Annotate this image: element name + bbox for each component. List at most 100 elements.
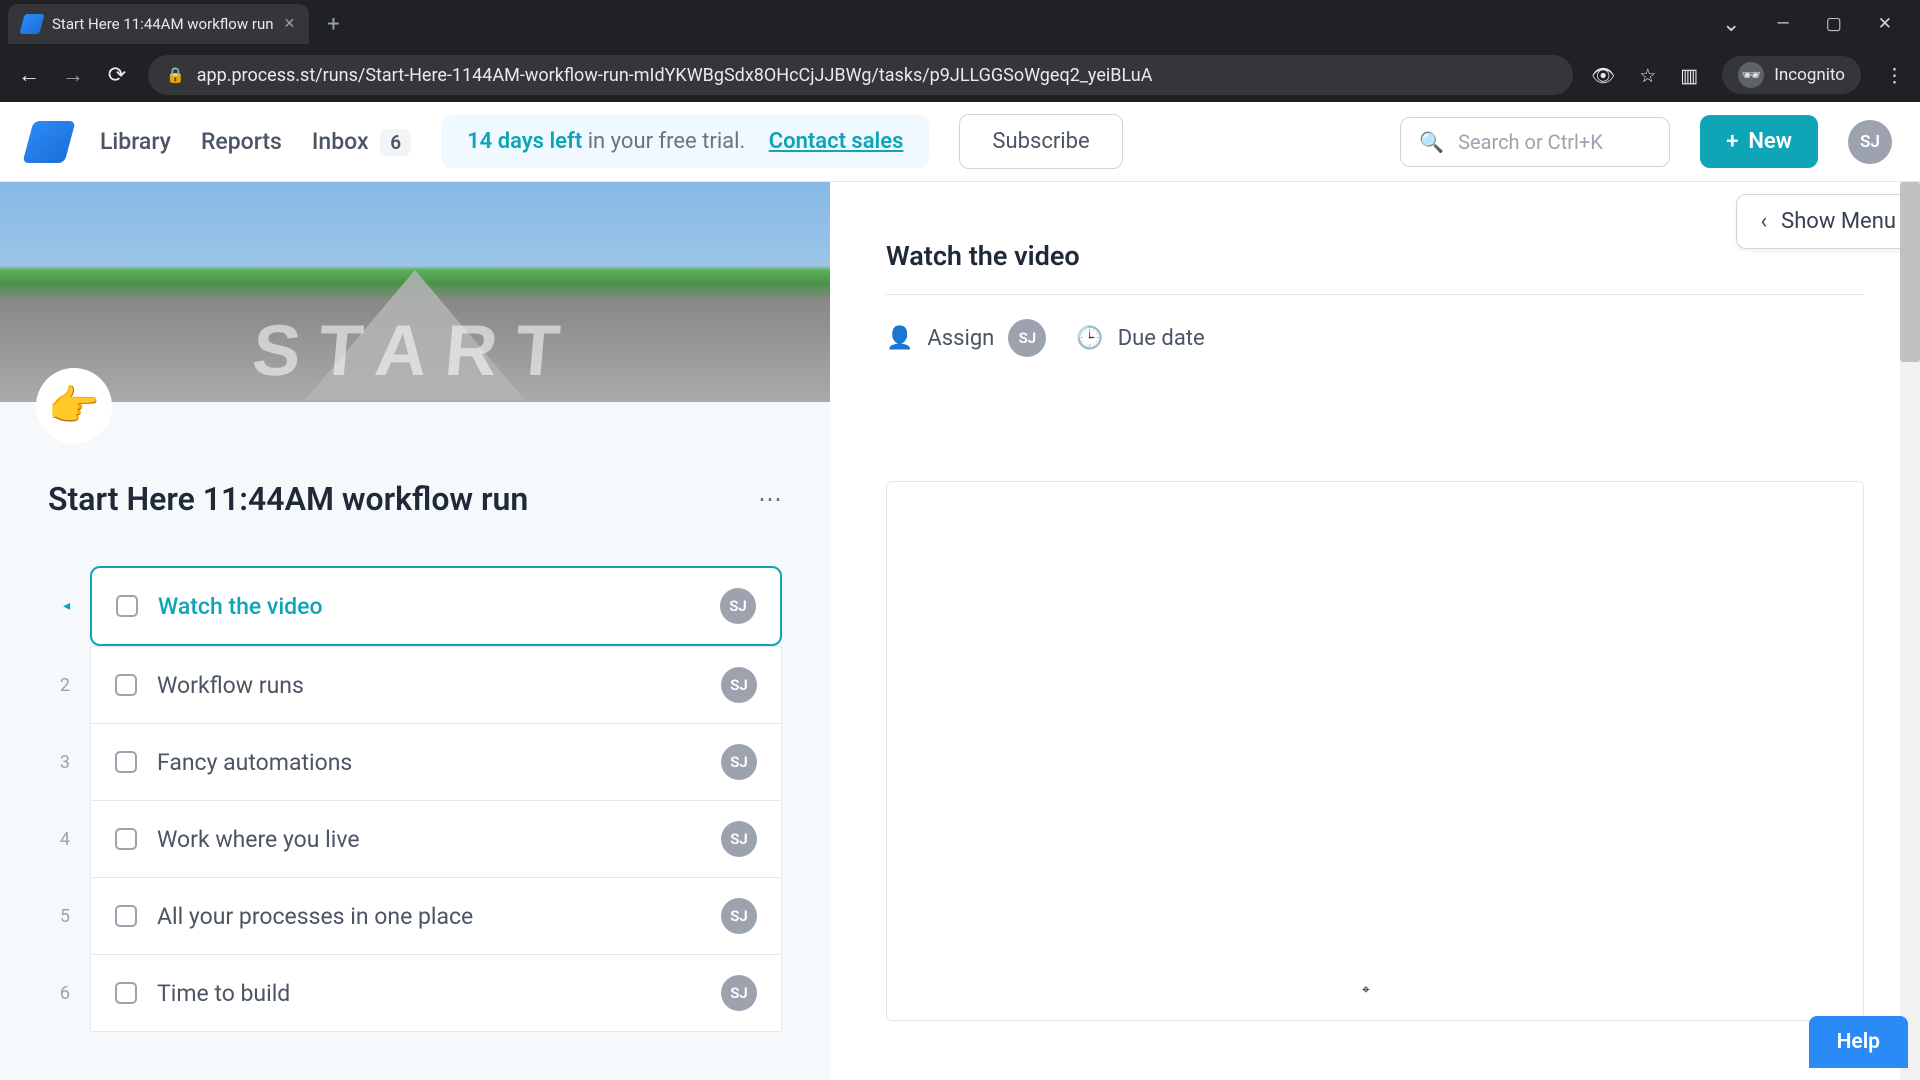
help-button[interactable]: Help	[1809, 1016, 1908, 1068]
task-list: ◂ Watch the video SJ 2 Workflow runs SJ …	[0, 566, 830, 1032]
task-label: All your processes in one place	[157, 903, 701, 930]
chevron-left-icon: ‹	[1761, 209, 1768, 234]
forward-icon[interactable]: →	[60, 62, 86, 88]
kebab-menu-icon[interactable]: ⋮	[1885, 64, 1904, 87]
panel-icon[interactable]: ▥	[1680, 64, 1698, 87]
task-number: 3	[48, 752, 70, 773]
plus-icon: +	[1726, 129, 1738, 154]
address-row: ← → ⟳ 🔒 app.process.st/runs/Start-Here-1…	[0, 48, 1920, 102]
cursor-icon: ⌖	[1362, 982, 1370, 998]
task-card[interactable]: Time to build SJ	[90, 955, 782, 1032]
new-button[interactable]: + New	[1700, 115, 1818, 168]
search-input[interactable]: 🔍 Search or Ctrl+K	[1400, 117, 1670, 167]
assign-label: Assign	[927, 326, 994, 351]
more-icon[interactable]: ⋯	[758, 485, 782, 513]
task-number: 5	[48, 906, 70, 927]
tab-title: Start Here 11:44AM workflow run	[52, 15, 274, 33]
tab-strip: Start Here 11:44AM workflow run ✕ + ⌄ ― …	[0, 0, 1920, 48]
task-detail-title: Watch the video	[886, 212, 1864, 295]
task-card[interactable]: Work where you live SJ	[90, 801, 782, 878]
eye-off-icon[interactable]: 👁	[1591, 64, 1615, 87]
search-placeholder: Search or Ctrl+K	[1458, 130, 1603, 154]
task-card[interactable]: All your processes in one place SJ	[90, 878, 782, 955]
vertical-scrollbar[interactable]	[1900, 182, 1920, 1080]
task-row-5[interactable]: 5 All your processes in one place SJ	[48, 878, 782, 955]
nav-inbox[interactable]: Inbox 6	[312, 128, 411, 155]
task-card[interactable]: Watch the video SJ	[90, 566, 782, 646]
task-row-4[interactable]: 4 Work where you live SJ	[48, 801, 782, 878]
show-menu-label: Show Menu	[1781, 209, 1896, 234]
task-checkbox[interactable]	[115, 674, 137, 696]
url-text: app.process.st/runs/Start-Here-1144AM-wo…	[197, 65, 1153, 86]
hero-image: START 👉	[0, 182, 830, 402]
due-label: Due date	[1118, 326, 1205, 351]
favicon	[19, 14, 44, 34]
due-date-group[interactable]: 🕒 Due date	[1076, 326, 1204, 351]
star-icon[interactable]: ☆	[1639, 64, 1656, 87]
task-row-2[interactable]: 2 Workflow runs SJ	[48, 646, 782, 724]
close-tab-icon[interactable]: ✕	[284, 16, 296, 32]
new-tab-button[interactable]: +	[309, 12, 357, 37]
run-title: Start Here 11:44AM workflow run	[48, 480, 758, 518]
window-controls: ⌄ ― ▢ ✕	[1722, 12, 1920, 37]
assignee-avatar[interactable]: SJ	[1008, 319, 1046, 357]
task-label: Time to build	[157, 980, 701, 1007]
trial-suffix: in your free trial.	[582, 129, 745, 154]
task-assignee-avatar[interactable]: SJ	[721, 898, 757, 934]
hero-text: START	[249, 310, 581, 392]
subscribe-button[interactable]: Subscribe	[959, 114, 1122, 169]
browser-tab[interactable]: Start Here 11:44AM workflow run ✕	[8, 4, 309, 44]
task-card[interactable]: Workflow runs SJ	[90, 646, 782, 724]
hero-emoji: 👉	[36, 368, 112, 444]
back-icon[interactable]: ←	[16, 62, 42, 88]
inbox-count-badge: 6	[380, 129, 411, 156]
nav-library[interactable]: Library	[100, 128, 171, 155]
scrollbar-thumb[interactable]	[1900, 182, 1920, 362]
task-checkbox[interactable]	[115, 828, 137, 850]
reload-icon[interactable]: ⟳	[104, 63, 130, 88]
task-row-6[interactable]: 6 Time to build SJ	[48, 955, 782, 1032]
task-number: ◂	[48, 598, 70, 614]
task-meta-row: 👤 Assign SJ 🕒 Due date	[886, 295, 1864, 381]
search-icon: 🔍	[1419, 130, 1444, 154]
task-row-3[interactable]: 3 Fancy automations SJ	[48, 724, 782, 801]
maximize-icon[interactable]: ▢	[1826, 14, 1842, 34]
task-checkbox[interactable]	[116, 595, 138, 617]
app-logo[interactable]	[22, 121, 75, 163]
run-title-row: Start Here 11:44AM workflow run ⋯	[0, 402, 830, 566]
task-number: 4	[48, 829, 70, 850]
task-assignee-avatar[interactable]: SJ	[720, 588, 756, 624]
incognito-label: Incognito	[1774, 65, 1845, 85]
app-header: Library Reports Inbox 6 14 days left in …	[0, 102, 1920, 182]
incognito-badge[interactable]: 🕶 Incognito	[1722, 56, 1861, 94]
left-column: START 👉 Start Here 11:44AM workflow run …	[0, 182, 830, 1080]
minimize-icon[interactable]: ―	[1776, 14, 1789, 34]
tabs-dropdown-icon[interactable]: ⌄	[1722, 12, 1740, 37]
address-bar[interactable]: 🔒 app.process.st/runs/Start-Here-1144AM-…	[148, 55, 1573, 95]
task-assignee-avatar[interactable]: SJ	[721, 667, 757, 703]
show-menu-button[interactable]: ‹ Show Menu	[1736, 194, 1920, 249]
task-assignee-avatar[interactable]: SJ	[721, 744, 757, 780]
task-row-1[interactable]: ◂ Watch the video SJ	[48, 566, 782, 646]
task-content-area[interactable]	[886, 481, 1864, 1021]
task-assignee-avatar[interactable]: SJ	[721, 821, 757, 857]
nav-reports[interactable]: Reports	[201, 128, 282, 155]
task-checkbox[interactable]	[115, 982, 137, 1004]
task-label: Watch the video	[158, 593, 700, 620]
task-card[interactable]: Fancy automations SJ	[90, 724, 782, 801]
address-icons: 👁 ☆ ▥ 🕶 Incognito ⋮	[1591, 56, 1904, 94]
user-avatar[interactable]: SJ	[1848, 120, 1892, 164]
clock-icon: 🕒	[1076, 326, 1103, 351]
contact-sales-link[interactable]: Contact sales	[769, 129, 904, 154]
task-number: 2	[48, 675, 70, 696]
task-assignee-avatar[interactable]: SJ	[721, 975, 757, 1011]
assign-group[interactable]: 👤 Assign SJ	[886, 319, 1046, 357]
trial-days: 14 days left	[467, 129, 582, 154]
task-checkbox[interactable]	[115, 751, 137, 773]
task-label: Work where you live	[157, 826, 701, 853]
close-window-icon[interactable]: ✕	[1878, 14, 1892, 34]
person-icon: 👤	[886, 326, 913, 351]
incognito-icon: 🕶	[1738, 62, 1764, 88]
browser-chrome: Start Here 11:44AM workflow run ✕ + ⌄ ― …	[0, 0, 1920, 102]
task-checkbox[interactable]	[115, 905, 137, 927]
